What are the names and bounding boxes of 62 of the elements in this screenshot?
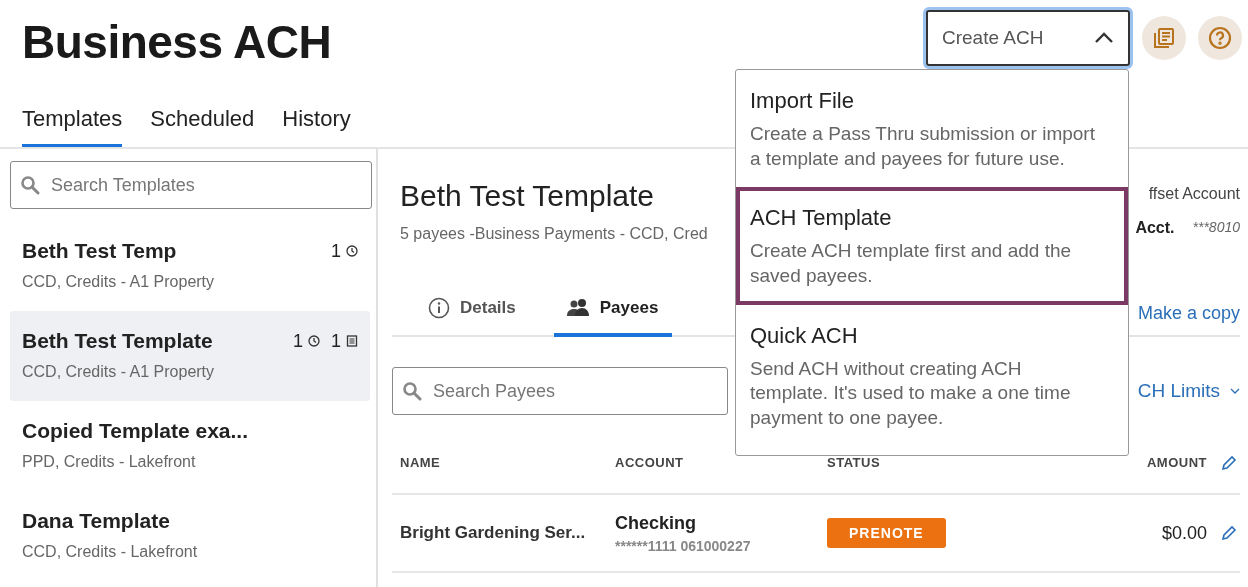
clock-icon <box>346 245 358 257</box>
limits-link[interactable]: CH Limits <box>1137 380 1240 402</box>
template-subtitle: PPD, Credits - Lakefront <box>22 453 197 471</box>
status-badge: PRENOTE <box>827 518 946 548</box>
column-header: ACCOUNT <box>615 455 685 470</box>
menu-item-title: ACH Template <box>750 205 893 232</box>
tab[interactable]: History <box>282 106 351 147</box>
account-type: Checking <box>615 512 698 534</box>
chevron-icon <box>1094 32 1114 44</box>
menu-item[interactable]: Quick ACH Send ACH without creating ACH template. It's used to make a one time payment to one payee. <box>736 304 1128 447</box>
column-header: STATUS <box>827 455 882 470</box>
template-item[interactable]: Beth Test Temp 1 CCD, Credits - A1 Property <box>10 221 370 311</box>
clock-icon <box>308 335 320 347</box>
template-name: Beth Test Template <box>22 329 213 353</box>
help-icon <box>1208 26 1232 50</box>
page-title: Business ACH <box>22 15 332 69</box>
tab[interactable]: Payees <box>553 297 673 337</box>
offset-label: ffset Account <box>1148 185 1240 203</box>
template-subtitle: CCD, Credits - A1 Property <box>22 273 216 291</box>
amount: $0.00 <box>1160 522 1207 544</box>
list-icon <box>346 335 358 347</box>
template-item[interactable]: Copied Template exa... PPD, Credits - Lakefront <box>10 401 370 491</box>
edit-icon[interactable] <box>1221 455 1237 471</box>
create-ach-dropdown[interactable]: Create ACH <box>926 10 1130 66</box>
template-name: Beth Test Temp <box>22 239 177 263</box>
document-button[interactable] <box>1142 16 1186 60</box>
menu-item-description: Create ACH template first and add the saved payees. <box>750 239 1073 289</box>
template-subtitle: CCD, Credits - Lakefront <box>22 543 199 561</box>
template-subtitle: CCD, Credits - A1 Property <box>22 363 216 381</box>
make-copy-link[interactable]: Make a copy <box>1137 303 1240 324</box>
menu-item-description: Create a Pass Thru submission or import a template and payees for future use. <box>750 122 1096 171</box>
info-icon <box>428 297 450 319</box>
search-field[interactable]: Search Templates <box>10 161 372 209</box>
column-header: AMOUNT <box>1145 455 1207 470</box>
menu-item[interactable]: ACH Template Create ACH template first and add the saved payees. <box>736 187 1128 305</box>
edit-icon[interactable] <box>1221 525 1237 541</box>
tab[interactable]: Details <box>416 297 530 337</box>
search-field[interactable]: Search Payees <box>392 367 728 415</box>
menu-item-title: Import File <box>750 88 855 114</box>
template-name: Dana Template <box>22 509 170 533</box>
tab[interactable]: Templates <box>22 106 123 147</box>
template-title: Beth Test Template <box>400 179 656 213</box>
help-button[interactable] <box>1198 16 1242 60</box>
people-icon <box>565 298 590 318</box>
template-item[interactable]: Beth Test Template 1 1 CCD, Credits - A1 Property <box>10 311 370 401</box>
badge-count: 1 <box>331 330 341 352</box>
badge-count: 1 <box>292 330 303 352</box>
template-item[interactable]: Dana Template CCD, Credits - Lakefront <box>10 491 370 581</box>
document-icon <box>1152 26 1176 50</box>
chevron-icon <box>1230 388 1240 394</box>
menu-item[interactable]: Import File Create a Pass Thru submission or import a template and payees for future use. <box>736 70 1128 188</box>
template-name: Copied Template exa... <box>22 419 248 443</box>
payee-name: Bright Gardening Ser... <box>400 523 587 543</box>
account-number: ******1111 061000227 <box>615 537 752 554</box>
tab[interactable]: Scheduled <box>150 106 255 147</box>
column-header: NAME <box>400 455 442 470</box>
account-label: Acct. <box>1135 219 1175 237</box>
template-subtitle: 5 payees -Business Payments - CCD, Cred <box>400 225 708 243</box>
account-number: ***8010 <box>1192 219 1240 237</box>
menu-item-description: Send ACH without creating ACH template. It's used to make a one time payment to one payee. <box>750 356 1072 431</box>
menu-item-title: Quick ACH <box>750 322 859 349</box>
badge-count: 1 <box>331 240 341 262</box>
